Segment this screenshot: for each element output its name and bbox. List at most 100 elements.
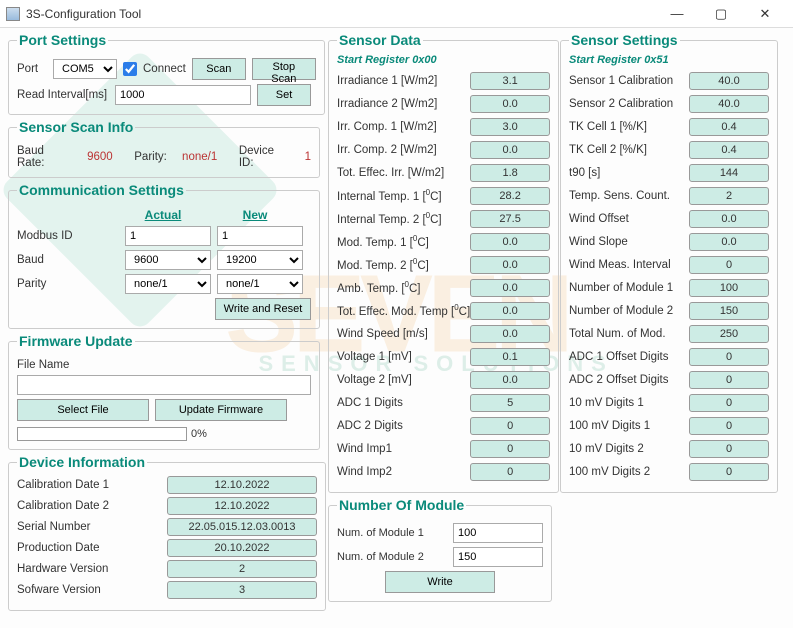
sensor-settings-label: ADC 2 Offset Digits [569, 374, 689, 386]
sensor-data-value: 0.0 [470, 371, 550, 389]
file-name-label: File Name [17, 359, 69, 371]
file-name-input[interactable] [17, 375, 311, 395]
sensor-data-row: ADC 1 Digits5 [337, 392, 550, 413]
connect-checkbox[interactable] [123, 62, 137, 76]
sensor-settings-label: 100 mV Digits 2 [569, 466, 689, 478]
sensor-settings-label: TK Cell 2 [%/K] [569, 144, 689, 156]
device-info-value: 12.10.2022 [167, 476, 317, 494]
sensor-data-panel: Sensor Data Start Register 0x00 Irradian… [328, 32, 559, 493]
baud-new-select[interactable]: 19200 [217, 250, 303, 270]
baud-rate-value: 9600 [87, 151, 113, 163]
minimize-button[interactable]: — [655, 0, 699, 28]
sensor-data-row: Mod. Temp. 2 [0C]0.0 [337, 254, 550, 275]
parity-new-select[interactable]: none/1 [217, 274, 303, 294]
sensor-settings-label: Sensor 1 Calibration [569, 75, 689, 87]
read-interval-label: Read Interval[ms] [17, 89, 109, 101]
sensor-data-label: ADC 2 Digits [337, 420, 470, 432]
device-info-row: Calibration Date 112.10.2022 [17, 476, 317, 494]
sensor-settings-row: Number of Module 1100 [569, 277, 769, 298]
sensor-settings-label: 100 mV Digits 1 [569, 420, 689, 432]
sensor-data-label: Tot. Effec. Irr. [W/m2] [337, 167, 470, 179]
sensor-settings-label: t90 [s] [569, 167, 689, 179]
scan-button[interactable]: Scan [192, 58, 246, 80]
sensor-settings-panel: Sensor Settings Start Register 0x51 Sens… [560, 32, 778, 493]
sensor-settings-value: 0 [689, 440, 769, 458]
parity-actual-select[interactable]: none/1 [125, 274, 211, 294]
device-information-title: Device Information [17, 454, 147, 470]
sensor-data-label: Wind Imp2 [337, 466, 470, 478]
sensor-settings-value: 0.4 [689, 141, 769, 159]
sensor-data-value: 0 [470, 417, 550, 435]
device-info-row: Sofware Version3 [17, 581, 317, 599]
sensor-settings-row: ADC 2 Offset Digits0 [569, 369, 769, 390]
num-module-2-label: Num. of Module 2 [337, 551, 447, 563]
sensor-data-label: Tot. Effec. Mod. Temp [0C] [337, 303, 470, 318]
sensor-data-label: Mod. Temp. 1 [0C] [337, 234, 470, 249]
scan-info-title: Sensor Scan Info [17, 119, 135, 135]
sensor-data-row: Amb. Temp. [0C]0.0 [337, 277, 550, 298]
update-firmware-button[interactable]: Update Firmware [155, 399, 287, 421]
num-module-2-input[interactable] [453, 547, 543, 567]
sensor-data-label: Wind Imp1 [337, 443, 470, 455]
sensor-settings-row: Wind Slope0.0 [569, 231, 769, 252]
sensor-settings-value: 2 [689, 187, 769, 205]
sensor-settings-row: TK Cell 1 [%/K]0.4 [569, 116, 769, 137]
sensor-data-value: 0.0 [470, 141, 550, 159]
write-module-button[interactable]: Write [385, 571, 495, 593]
sensor-settings-row: Number of Module 2150 [569, 300, 769, 321]
device-info-label: Calibration Date 2 [17, 500, 167, 512]
sensor-data-value: 3.1 [470, 72, 550, 90]
device-info-label: Production Date [17, 542, 167, 554]
sensor-settings-row: 10 mV Digits 10 [569, 392, 769, 413]
scan-info-panel: Sensor Scan Info Baud Rate: 9600 Parity:… [8, 119, 320, 178]
sensor-settings-value: 0 [689, 394, 769, 412]
sensor-data-value: 27.5 [470, 210, 550, 228]
sensor-settings-label: Number of Module 2 [569, 305, 689, 317]
port-select[interactable]: COM5 [53, 59, 117, 79]
modbus-new-input[interactable] [217, 226, 303, 246]
port-label: Port [17, 63, 47, 75]
num-module-1-input[interactable] [453, 523, 543, 543]
app-icon [6, 7, 20, 21]
maximize-button[interactable]: ▢ [699, 0, 743, 28]
stop-scan-button[interactable]: Stop Scan [252, 58, 316, 80]
close-button[interactable]: ✕ [743, 0, 787, 28]
sensor-settings-value: 100 [689, 279, 769, 297]
write-reset-button[interactable]: Write and Reset [215, 298, 311, 320]
sensor-settings-row: Temp. Sens. Count.2 [569, 185, 769, 206]
sensor-settings-value: 0 [689, 348, 769, 366]
sensor-settings-title: Sensor Settings [569, 32, 680, 48]
sensor-settings-value: 250 [689, 325, 769, 343]
device-information-panel: Device Information Calibration Date 112.… [8, 454, 326, 611]
device-info-value: 2 [167, 560, 317, 578]
sensor-data-value: 28.2 [470, 187, 550, 205]
sensor-data-row: Irr. Comp. 1 [W/m2]3.0 [337, 116, 550, 137]
parity-label: Parity: [134, 151, 167, 163]
sensor-settings-label: Number of Module 1 [569, 282, 689, 294]
port-settings-panel: Port Settings Port COM5 Connect Scan Sto… [8, 32, 325, 115]
sensor-data-value: 0.0 [470, 279, 550, 297]
sensor-settings-row: t90 [s]144 [569, 162, 769, 183]
sensor-settings-label: Wind Offset [569, 213, 689, 225]
modbus-actual-input[interactable] [125, 226, 211, 246]
baud-actual-select[interactable]: 9600 [125, 250, 211, 270]
sensor-settings-row: ADC 1 Offset Digits0 [569, 346, 769, 367]
device-info-value: 3 [167, 581, 317, 599]
num-module-1-label: Num. of Module 1 [337, 527, 447, 539]
sensor-settings-value: 0.0 [689, 210, 769, 228]
communication-settings-title: Communication Settings [17, 182, 186, 198]
sensor-settings-value: 150 [689, 302, 769, 320]
set-button[interactable]: Set [257, 84, 311, 106]
baud-rate-label: Baud Rate: [17, 145, 72, 169]
sensor-data-label: ADC 1 Digits [337, 397, 470, 409]
sensor-data-row: Irradiance 1 [W/m2]3.1 [337, 70, 550, 91]
read-interval-input[interactable] [115, 85, 251, 105]
device-info-label: Sofware Version [17, 584, 167, 596]
sensor-settings-label: Sensor 2 Calibration [569, 98, 689, 110]
select-file-button[interactable]: Select File [17, 399, 149, 421]
sensor-settings-value: 40.0 [689, 72, 769, 90]
sensor-settings-label: Wind Slope [569, 236, 689, 248]
communication-settings-panel: Communication Settings Actual New Modbus… [8, 182, 320, 329]
port-settings-title: Port Settings [17, 32, 108, 48]
sensor-data-value: 5 [470, 394, 550, 412]
